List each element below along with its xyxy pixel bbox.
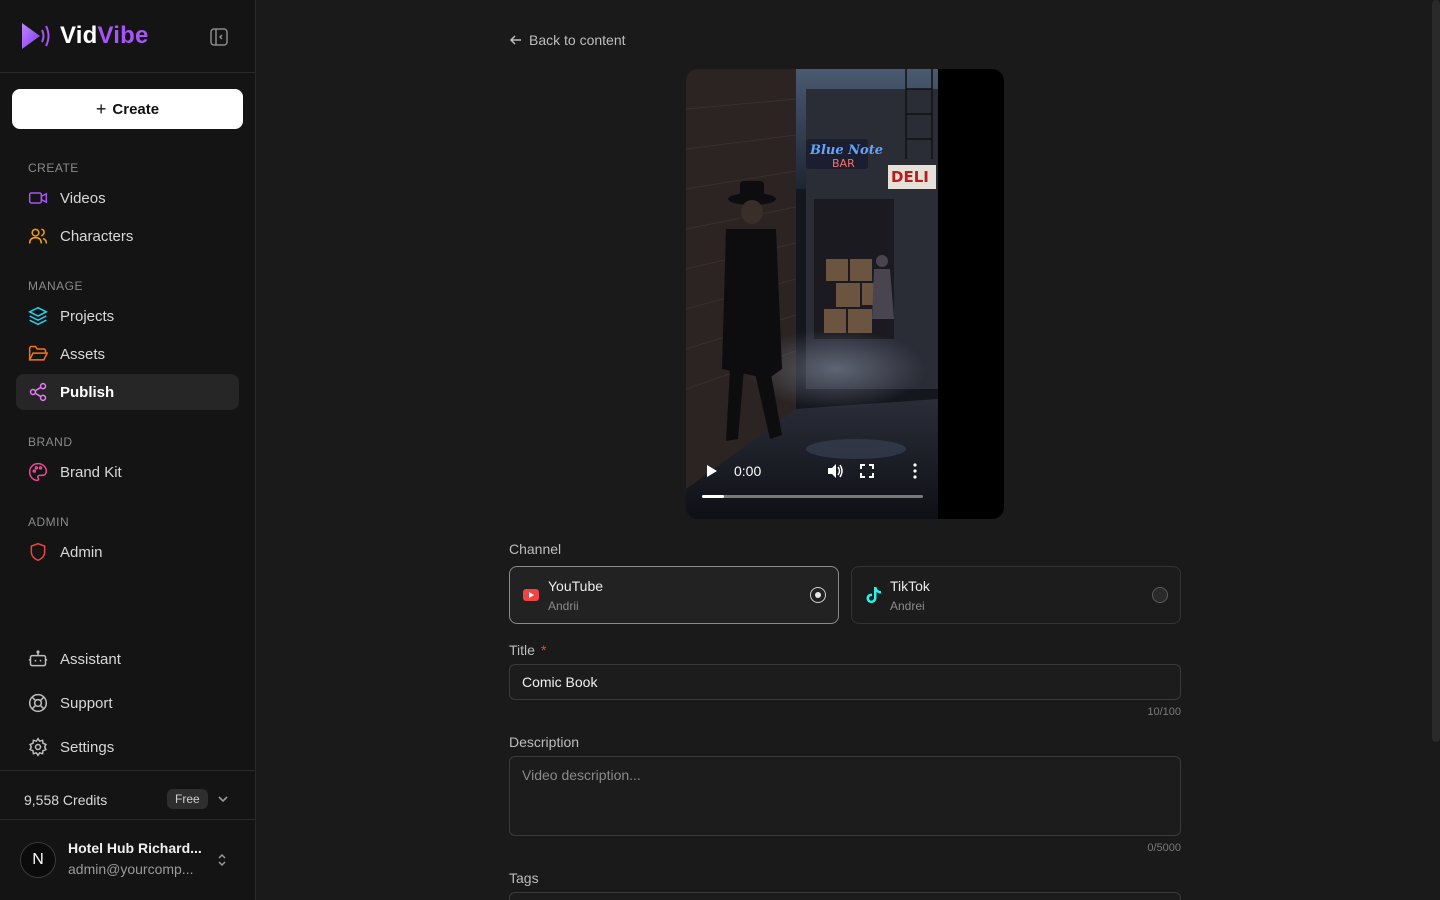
title-label: Title * xyxy=(509,642,546,658)
brand-logo[interactable]: VidVibe xyxy=(20,20,149,52)
deli-sign-text: DELI xyxy=(891,168,929,186)
sidebar-item-label: Support xyxy=(60,694,113,712)
required-asterisk: * xyxy=(540,642,547,658)
user-name: Hotel Hub Richard... xyxy=(68,840,202,856)
back-to-content-link[interactable]: Back to content xyxy=(509,32,626,48)
brand-name: VidVibe xyxy=(60,22,149,49)
palette-icon xyxy=(28,462,48,482)
description-label: Description xyxy=(509,734,580,750)
avatar: N xyxy=(20,842,56,878)
sidebar-item-videos[interactable]: Videos xyxy=(16,180,239,216)
chevrons-up-down-icon xyxy=(218,853,226,867)
sidebar: VidVibe + Create CREATE Videos Character… xyxy=(0,0,256,900)
sidebar-item-label: Assistant xyxy=(60,650,121,668)
page-scrollbar[interactable] xyxy=(1432,0,1440,742)
channel-radio[interactable] xyxy=(1152,587,1168,603)
neon-bar-text: BAR xyxy=(832,157,855,170)
sidebar-item-label: Brand Kit xyxy=(60,463,122,481)
sidebar-divider xyxy=(0,819,256,820)
sidebar-item-label: Characters xyxy=(60,227,134,245)
channel-option-tiktok[interactable]: TikTok Andrei xyxy=(851,566,1181,624)
play-icon[interactable] xyxy=(704,464,718,478)
sidebar-item-projects[interactable]: Projects xyxy=(16,298,239,334)
sidebar-collapse-icon[interactable] xyxy=(208,26,230,48)
sidebar-item-brand-kit[interactable]: Brand Kit xyxy=(16,454,239,490)
arrow-left-icon xyxy=(509,35,521,45)
user-menu[interactable]: N Hotel Hub Richard... admin@yourcomp... xyxy=(20,838,240,882)
sidebar-item-admin[interactable]: Admin xyxy=(16,534,239,570)
create-button[interactable]: + Create xyxy=(12,89,243,129)
gear-icon xyxy=(29,737,47,757)
tiktok-icon xyxy=(866,587,881,603)
video-frame: Blue Note BAR DELI xyxy=(686,69,938,519)
channel-name: YouTube xyxy=(548,578,604,594)
sidebar-item-settings[interactable]: Settings xyxy=(16,729,239,765)
title-label-text: Title xyxy=(509,642,535,658)
chevron-down-icon xyxy=(218,796,228,803)
credits-count: 9,558 Credits xyxy=(24,792,108,808)
channel-account: Andrei xyxy=(890,599,925,613)
youtube-icon xyxy=(523,589,539,601)
volume-icon[interactable] xyxy=(826,462,844,480)
video-thumbnail-image: Blue Note BAR DELI xyxy=(686,69,938,519)
section-label-manage: MANAGE xyxy=(28,279,84,293)
channel-option-youtube[interactable]: YouTube Andrii xyxy=(509,566,839,624)
description-input[interactable] xyxy=(509,756,1181,836)
video-progress-bar[interactable] xyxy=(702,495,923,498)
sidebar-item-publish[interactable]: Publish xyxy=(16,374,239,410)
life-buoy-icon xyxy=(28,693,48,713)
tags-label: Tags xyxy=(509,870,539,886)
layers-icon xyxy=(28,306,48,326)
neon-sign-text: Blue Note xyxy=(809,143,883,158)
more-options-icon[interactable] xyxy=(912,463,918,479)
plan-badge: Free xyxy=(167,789,208,809)
vidvibe-logo-icon xyxy=(22,23,50,49)
sidebar-item-label: Videos xyxy=(60,189,106,207)
tags-input[interactable] xyxy=(509,892,1181,900)
title-char-counter: 10/100 xyxy=(1147,706,1181,718)
user-email: admin@yourcomp... xyxy=(68,861,194,877)
section-label-create: CREATE xyxy=(28,161,79,175)
title-input[interactable] xyxy=(509,664,1181,700)
video-progress-fill xyxy=(702,495,725,498)
sidebar-item-assistant[interactable]: Assistant xyxy=(16,641,239,677)
sidebar-item-label: Publish xyxy=(60,383,115,401)
sidebar-item-assets[interactable]: Assets xyxy=(16,336,239,372)
sidebar-divider xyxy=(0,770,256,771)
users-icon xyxy=(28,228,48,244)
share-icon xyxy=(29,382,47,402)
create-button-label: Create xyxy=(112,100,160,118)
shield-icon xyxy=(30,542,46,562)
video-camera-icon xyxy=(28,192,48,204)
folder-open-icon xyxy=(28,345,48,361)
sidebar-item-label: Settings xyxy=(60,738,115,756)
video-controls: 0:00 xyxy=(702,459,924,483)
bot-icon xyxy=(28,650,48,667)
sidebar-item-label: Admin xyxy=(60,543,103,561)
description-char-counter: 0/5000 xyxy=(1147,842,1181,854)
channel-account: Andrii xyxy=(548,599,579,613)
sidebar-item-label: Assets xyxy=(60,345,106,363)
sidebar-item-label: Projects xyxy=(60,307,115,325)
section-label-admin: ADMIN xyxy=(28,515,70,529)
channel-name: TikTok xyxy=(890,578,930,594)
sidebar-item-characters[interactable]: Characters xyxy=(16,218,239,254)
video-time: 0:00 xyxy=(734,463,762,479)
sidebar-divider xyxy=(0,72,256,73)
back-label: Back to content xyxy=(529,32,626,48)
video-player[interactable]: Blue Note BAR DELI 0:00 xyxy=(686,69,1004,519)
channel-label: Channel xyxy=(509,541,562,557)
channel-radio[interactable] xyxy=(810,587,826,603)
plus-icon: + xyxy=(95,98,107,119)
section-label-brand: BRAND xyxy=(28,435,73,449)
fullscreen-icon[interactable] xyxy=(860,464,874,478)
sidebar-item-support[interactable]: Support xyxy=(16,685,239,721)
credits-row[interactable]: 9,558 Credits Free xyxy=(24,788,234,812)
